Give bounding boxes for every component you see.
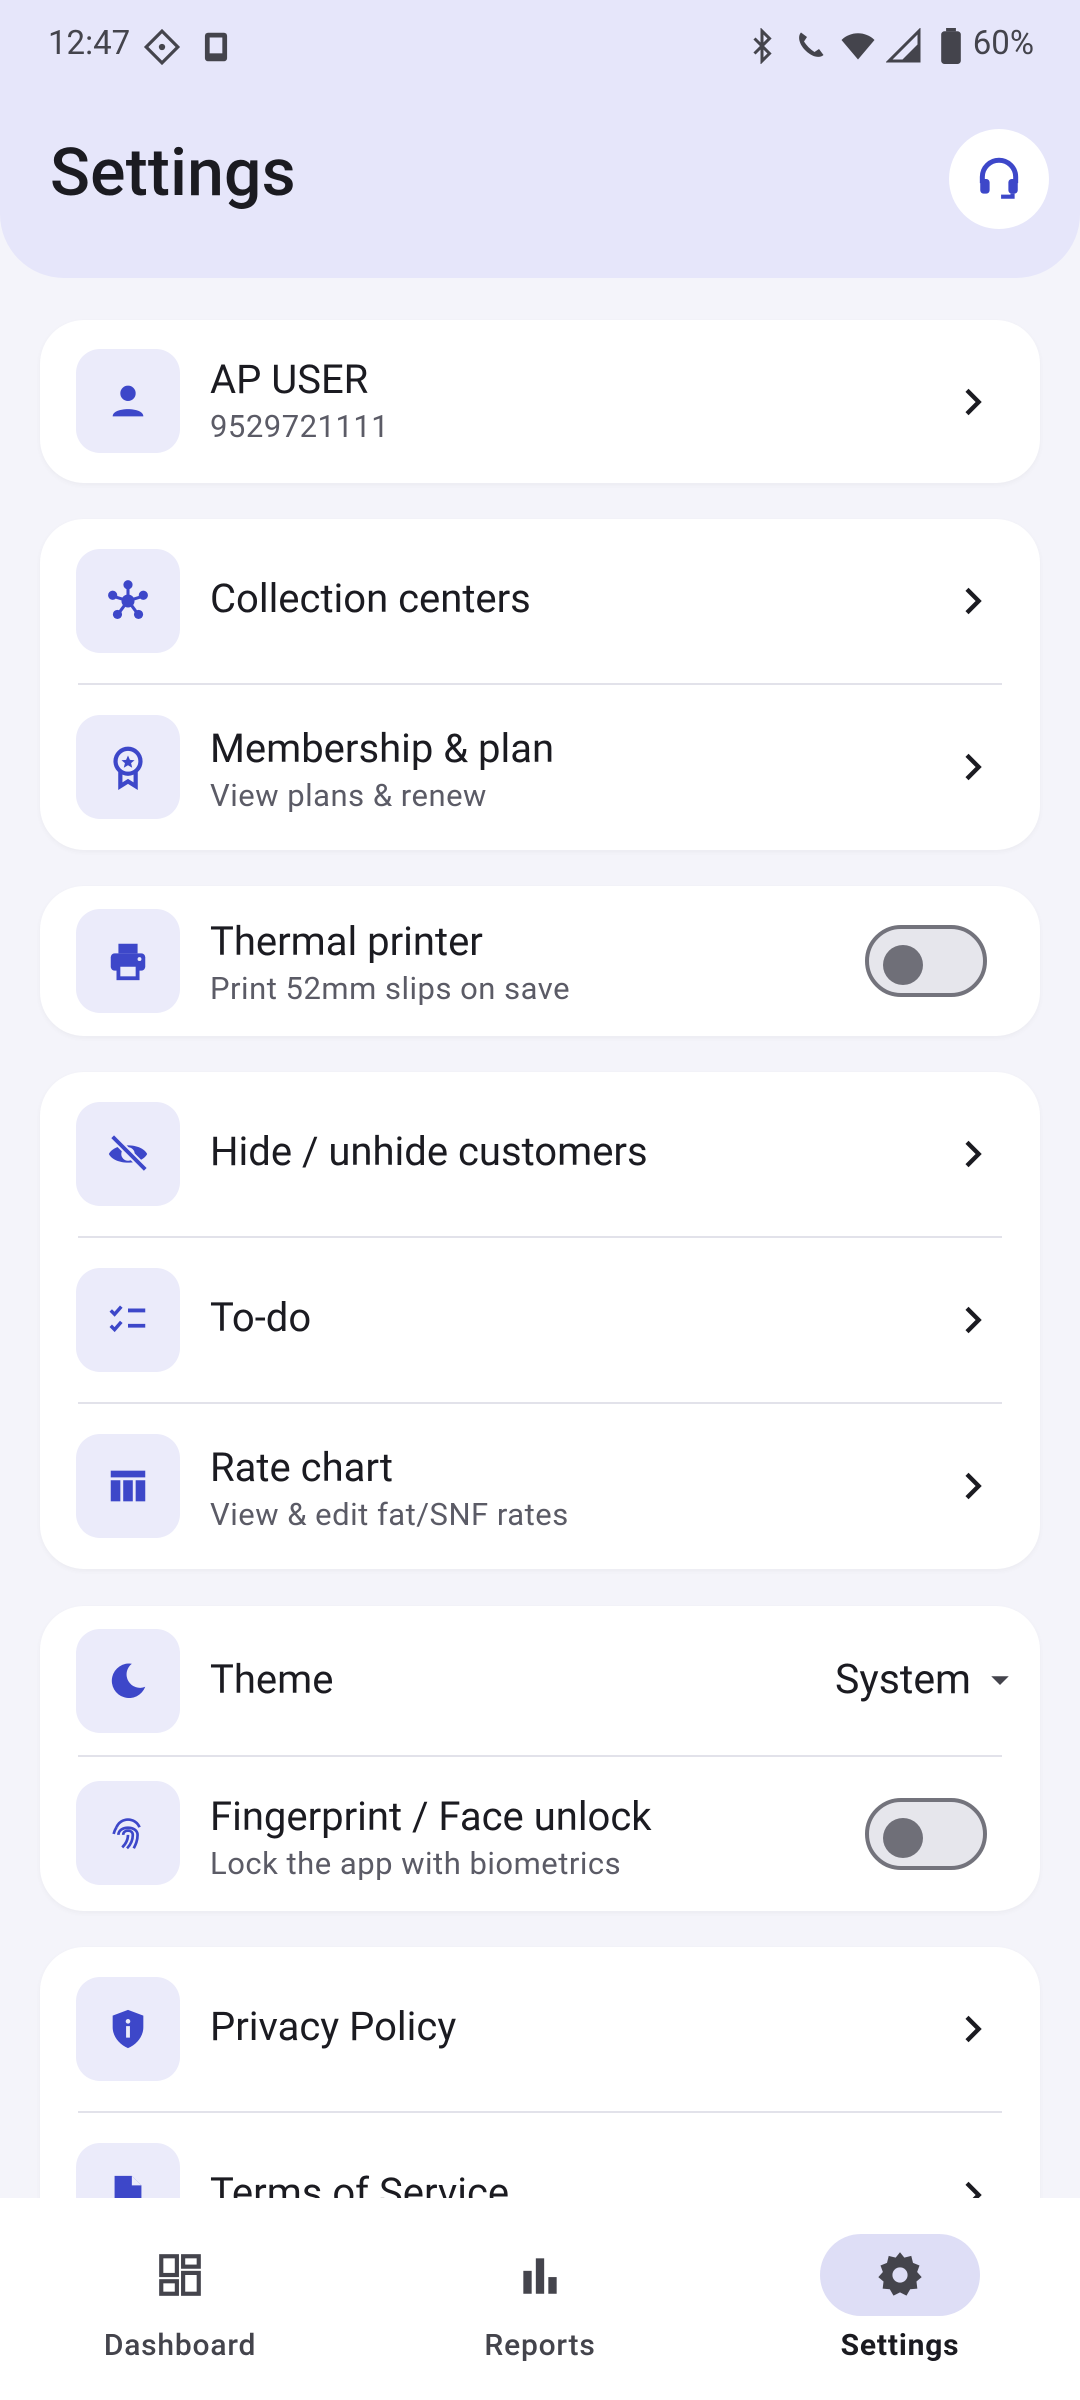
todo-icon-tile (76, 1268, 180, 1372)
tools-card: Hide / unhide customers To-do Rate chart… (40, 1072, 1040, 1569)
hide-customers-title: Hide / unhide customers (210, 1128, 648, 1175)
membership-subtitle: View plans & renew (210, 777, 487, 814)
diamond-notification-icon (143, 28, 181, 75)
chevron-right-icon (965, 388, 982, 416)
profile-phone: 9529721111 (210, 408, 390, 445)
bottom-navigation: Dashboard Reports Settings (0, 2198, 1080, 2400)
theme-row[interactable]: Theme System (40, 1606, 1040, 1756)
support-button[interactable] (949, 129, 1049, 229)
biometric-subtitle: Lock the app with biometrics (210, 1845, 622, 1882)
bar-chart-icon (523, 2258, 557, 2294)
biometric-title: Fingerprint / Face unlock (210, 1793, 652, 1840)
bluetooth-icon (744, 27, 780, 73)
battery-icon (940, 28, 962, 73)
nav-reports-label: Reports (484, 2328, 596, 2363)
membership-icon-tile (76, 715, 180, 819)
moon-icon (111, 1663, 146, 1699)
caret-down-icon (991, 1676, 1009, 1685)
biometric-row: Fingerprint / Face unlock Lock the app w… (40, 1757, 1040, 1911)
theme-icon-tile (76, 1629, 180, 1733)
membership-row[interactable]: Membership & plan View plans & renew (40, 685, 1040, 850)
collection-icon-tile (76, 549, 180, 653)
chevron-right-icon (965, 587, 982, 615)
hub-icon (108, 580, 148, 620)
collection-centers-title: Collection centers (210, 575, 531, 622)
hide-icon-tile (76, 1102, 180, 1206)
badge-icon (113, 746, 143, 790)
table-icon (110, 1470, 146, 1502)
profile-name: AP USER (210, 356, 369, 403)
printer-icon-tile (76, 909, 180, 1013)
chevron-right-icon (965, 1140, 982, 1168)
privacy-icon-tile (76, 1977, 180, 2081)
nav-dashboard-indicator (100, 2234, 260, 2316)
signal-icon (885, 27, 922, 73)
privacy-policy-row[interactable]: Privacy Policy (40, 1947, 1040, 2112)
dashboard-icon (159, 2254, 201, 2296)
nav-settings-label: Settings (840, 2328, 960, 2363)
thermal-printer-title: Thermal printer (210, 918, 483, 965)
page-title: Settings (50, 135, 296, 212)
biometric-toggle[interactable] (865, 1798, 987, 1870)
person-icon (112, 385, 144, 417)
thermal-printer-subtitle: Print 52mm slips on save (210, 970, 571, 1007)
headset-icon (979, 157, 1019, 199)
nav-settings-indicator (820, 2234, 980, 2316)
todo-title: To-do (210, 1294, 312, 1341)
status-time: 12:47 (48, 24, 131, 63)
chevron-right-icon (965, 1472, 982, 1500)
preferences-card: Theme System Fingerprint / Face unlock L… (40, 1606, 1040, 1911)
biometric-icon-tile (76, 1781, 180, 1885)
theme-dropdown[interactable]: System (835, 1656, 1015, 1704)
thermal-printer-toggle[interactable] (865, 925, 987, 997)
nav-reports-indicator (460, 2234, 620, 2316)
printer-card: Thermal printer Print 52mm slips on save (40, 886, 1040, 1036)
rate-chart-row[interactable]: Rate chart View & edit fat/SNF rates (40, 1404, 1040, 1569)
privacy-policy-title: Privacy Policy (210, 2003, 457, 2050)
nav-settings[interactable]: Settings (780, 2198, 1020, 2400)
theme-value: System (835, 1656, 972, 1704)
nav-reports[interactable]: Reports (420, 2198, 660, 2400)
wifi-icon (838, 28, 878, 73)
profile-icon-tile (76, 349, 180, 453)
wifi-calling-icon (792, 28, 828, 73)
nav-dashboard[interactable]: Dashboard (60, 2198, 300, 2400)
gear-icon (878, 2252, 922, 2296)
printer-icon (110, 943, 146, 981)
hide-customers-row[interactable]: Hide / unhide customers (40, 1072, 1040, 1237)
fingerprint-icon (112, 1818, 141, 1850)
battery-percent: 60% (972, 24, 1034, 63)
profile-card[interactable]: AP USER 9529721111 (40, 320, 1040, 483)
centers-card: Collection centers Membership & plan Vie… (40, 519, 1040, 850)
status-bar: 12:47 60% (0, 0, 1080, 92)
chevron-right-icon (965, 2015, 982, 2043)
device-notification-icon (197, 28, 235, 75)
rate-chart-subtitle: View & edit fat/SNF rates (210, 1496, 569, 1533)
chevron-right-icon (965, 753, 982, 781)
checklist-icon (109, 1305, 146, 1333)
collection-centers-row[interactable]: Collection centers (40, 519, 1040, 684)
eye-off-icon (108, 1134, 148, 1173)
todo-row[interactable]: To-do (40, 1238, 1040, 1403)
membership-title: Membership & plan (210, 725, 555, 772)
rate-chart-icon-tile (76, 1434, 180, 1538)
shield-icon (112, 2009, 144, 2049)
nav-dashboard-label: Dashboard (103, 2328, 257, 2363)
chevron-right-icon (965, 1306, 982, 1334)
theme-title: Theme (210, 1656, 334, 1703)
rate-chart-title: Rate chart (210, 1444, 393, 1491)
